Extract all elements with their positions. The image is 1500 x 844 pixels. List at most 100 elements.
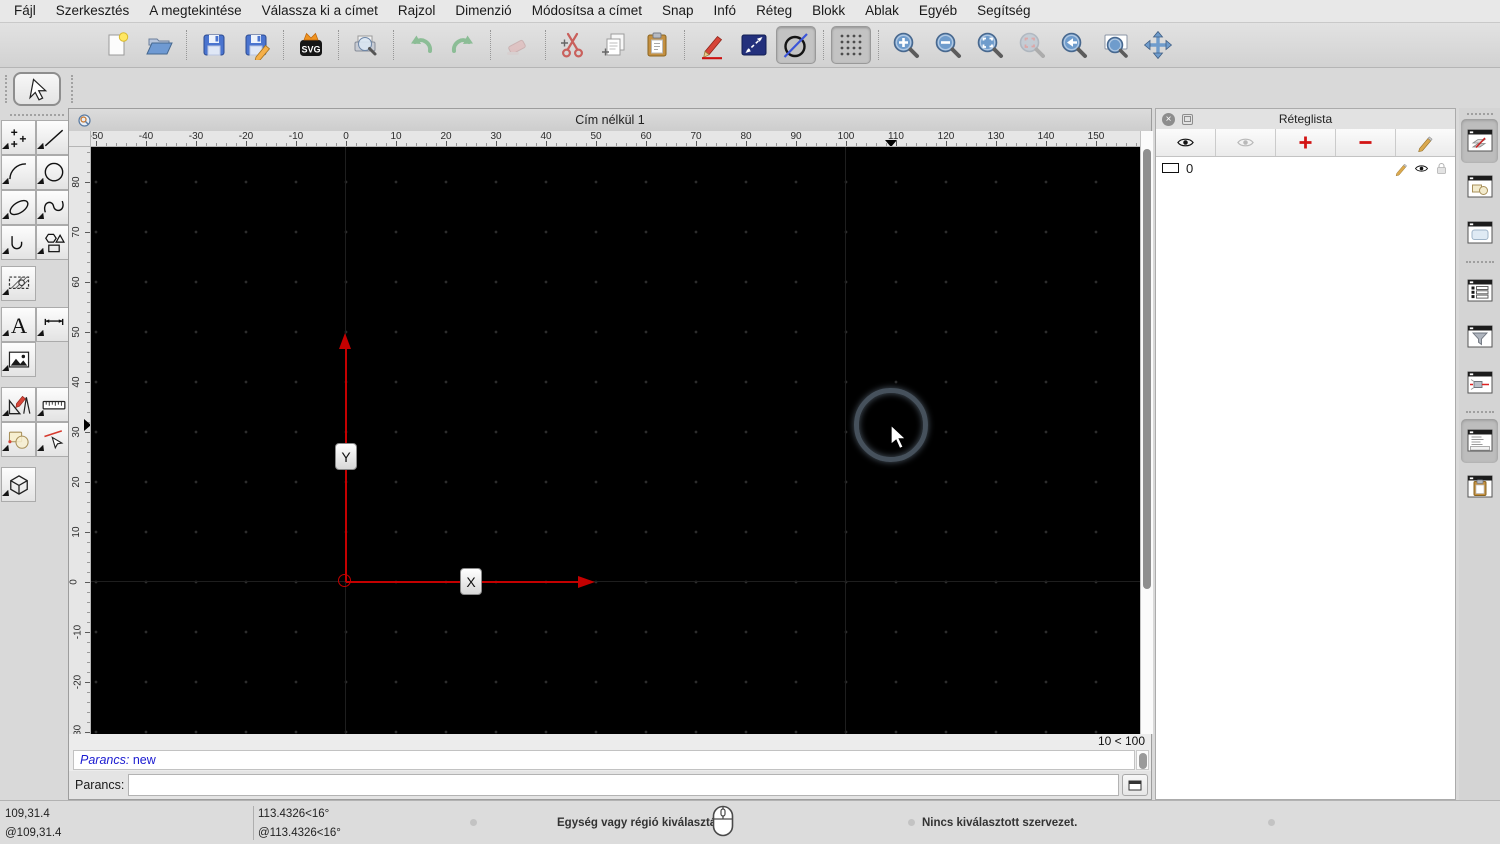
pencil-button[interactable] bbox=[692, 26, 732, 64]
paste-button[interactable] bbox=[637, 26, 677, 64]
zoom-in-button[interactable] bbox=[886, 26, 926, 64]
remove-layer-button[interactable] bbox=[1336, 129, 1396, 156]
command-input-row: Parancs: bbox=[69, 771, 1151, 799]
submenu-corner-icon bbox=[37, 445, 44, 451]
drawing-canvas[interactable]: Y X bbox=[91, 147, 1140, 734]
point-tool-button[interactable] bbox=[1, 120, 36, 155]
library-browser-dock-button[interactable] bbox=[1461, 211, 1498, 255]
hide-layer-button[interactable] bbox=[1216, 129, 1276, 156]
layer-visible-icon[interactable] bbox=[1414, 161, 1429, 176]
text-tool-button[interactable]: A bbox=[1, 307, 36, 342]
status-led-icon bbox=[908, 819, 915, 826]
menu-egyéb[interactable]: Egyéb bbox=[909, 0, 967, 22]
menu-fájl[interactable]: Fájl bbox=[4, 0, 46, 22]
zoom-previous-button[interactable] bbox=[1054, 26, 1094, 64]
ellipse-tool-button[interactable] bbox=[1, 190, 36, 225]
menu-válassza-ki-a-címet[interactable]: Válassza ki a címet bbox=[252, 0, 388, 22]
menu-réteg[interactable]: Réteg bbox=[746, 0, 802, 22]
menu-snap[interactable]: Snap bbox=[652, 0, 704, 22]
polygon-tool-button[interactable] bbox=[36, 225, 71, 260]
dimension-tool-button[interactable] bbox=[36, 307, 71, 342]
command-dialog-button[interactable] bbox=[1122, 774, 1148, 796]
history-scrollbar[interactable] bbox=[1136, 750, 1149, 770]
selection-arrow-button[interactable] bbox=[13, 72, 61, 106]
menu-segítség[interactable]: Segítség bbox=[967, 0, 1040, 22]
modify-tool-button[interactable] bbox=[1, 422, 36, 457]
line-tool-button[interactable] bbox=[36, 120, 71, 155]
solid-3d-tool-button[interactable] bbox=[1, 467, 36, 502]
grid-dots-button[interactable] bbox=[831, 26, 871, 64]
layer-lock-icon[interactable] bbox=[1434, 161, 1449, 176]
scrollbar-thumb[interactable] bbox=[1143, 149, 1151, 589]
save-as-button[interactable] bbox=[236, 26, 276, 64]
edit-layer-button[interactable] bbox=[1396, 129, 1455, 156]
new-file-button[interactable] bbox=[97, 26, 137, 64]
select-entity-icon bbox=[43, 429, 63, 449]
command-line-dock-button[interactable] bbox=[1461, 419, 1498, 463]
zoom-auto-button[interactable] bbox=[970, 26, 1010, 64]
history-scrollbar-thumb[interactable] bbox=[1138, 753, 1147, 769]
menu-infó[interactable]: Infó bbox=[704, 0, 747, 22]
palette-drag-handle[interactable] bbox=[9, 114, 64, 116]
add-layer-button[interactable] bbox=[1276, 129, 1336, 156]
command-input[interactable] bbox=[128, 774, 1119, 796]
layer-list-panel: × Réteglista 0 bbox=[1155, 108, 1456, 800]
copy-button[interactable] bbox=[595, 26, 635, 64]
canvas-vertical-scrollbar[interactable] bbox=[1140, 131, 1153, 734]
submenu-corner-icon bbox=[2, 143, 9, 149]
property-editor-dock-button[interactable] bbox=[1461, 269, 1498, 313]
hatch-tool-button[interactable] bbox=[1, 266, 36, 301]
undo-button[interactable] bbox=[401, 26, 441, 64]
measure-tool-button[interactable] bbox=[36, 387, 71, 422]
layer-row[interactable]: 0 bbox=[1156, 157, 1455, 179]
polyline-tool-button[interactable] bbox=[1, 225, 36, 260]
menu-ablak[interactable]: Ablak bbox=[855, 0, 909, 22]
menu-szerkesztés[interactable]: Szerkesztés bbox=[46, 0, 140, 22]
pan-icon bbox=[1143, 30, 1173, 60]
ruler-tick bbox=[446, 141, 447, 146]
dock-drag-handle[interactable] bbox=[1466, 113, 1493, 115]
construction-tool-button[interactable] bbox=[1, 387, 36, 422]
ruler-tick bbox=[296, 141, 297, 146]
select-entity-tool-button[interactable] bbox=[36, 422, 71, 457]
clipboard-dock-button[interactable] bbox=[1461, 465, 1498, 509]
menu-rajzol[interactable]: Rajzol bbox=[388, 0, 446, 22]
x-axis-arrow bbox=[578, 576, 595, 588]
spline-tool-button[interactable] bbox=[36, 190, 71, 225]
zoom-window-button[interactable] bbox=[1096, 26, 1136, 64]
menu-a-megtekintése[interactable]: A megtekintése bbox=[139, 0, 251, 22]
ruler-tick bbox=[85, 332, 90, 333]
selection-filter-dock-button[interactable] bbox=[1461, 315, 1498, 359]
eraser-button[interactable] bbox=[498, 26, 538, 64]
pan-button[interactable] bbox=[1138, 26, 1178, 64]
edit-layer-icon[interactable] bbox=[1394, 161, 1409, 176]
block-list-dock-button[interactable] bbox=[1461, 165, 1498, 209]
toolbar-drag-handle[interactable] bbox=[5, 75, 7, 103]
redo-button[interactable] bbox=[443, 26, 483, 64]
circle-tool-button[interactable] bbox=[36, 155, 71, 190]
save-button[interactable] bbox=[194, 26, 234, 64]
arc-tool-button[interactable] bbox=[1, 155, 36, 190]
zoom-out-button[interactable] bbox=[928, 26, 968, 64]
cut-icon bbox=[561, 32, 584, 58]
print-preview-button[interactable] bbox=[346, 26, 386, 64]
undo-icon bbox=[411, 35, 433, 53]
document-titlebar[interactable]: Cím nélkül 1 bbox=[69, 109, 1151, 132]
history-command-value: new bbox=[132, 753, 156, 767]
menu-módosítsa-a-címet[interactable]: Módosítsa a címet bbox=[522, 0, 652, 22]
circle-slash-button[interactable] bbox=[776, 26, 816, 64]
hatch-icon bbox=[8, 275, 29, 289]
menu-dimenzió[interactable]: Dimenzió bbox=[445, 0, 521, 22]
layer-list-dock-button[interactable] bbox=[1461, 119, 1498, 163]
show-layer-button[interactable] bbox=[1156, 129, 1216, 156]
export-svg-button[interactable]: SVG bbox=[291, 26, 331, 64]
pencil-small-icon bbox=[1395, 163, 1408, 176]
image-tool-button[interactable] bbox=[1, 342, 36, 377]
cut-button[interactable] bbox=[553, 26, 593, 64]
zoom-auto-icon bbox=[977, 32, 1003, 58]
menu-blokk[interactable]: Blokk bbox=[802, 0, 855, 22]
zoom-selection-button[interactable] bbox=[1012, 26, 1052, 64]
command-widget-dock-button[interactable] bbox=[1461, 361, 1498, 405]
diagonal-arrow-button[interactable] bbox=[734, 26, 774, 64]
open-file-button[interactable] bbox=[139, 26, 179, 64]
